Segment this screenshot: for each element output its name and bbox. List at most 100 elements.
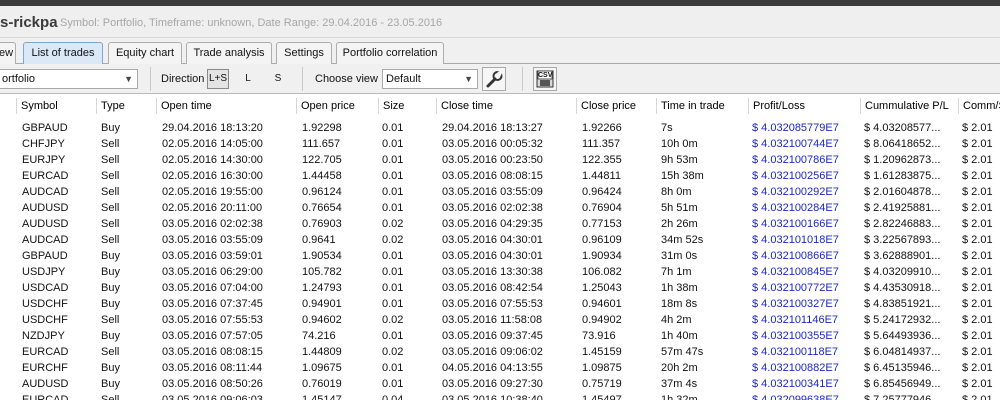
time-in-trade-cell: 2h 26m <box>661 218 698 230</box>
symbol-select-value: ortfolio <box>2 73 36 85</box>
open-time-cell: 02.05.2016 14:30:00 <box>162 154 263 166</box>
column-header-commission[interactable]: Comm/S <box>958 98 1000 114</box>
type-cell: Buy <box>101 250 120 262</box>
column-header-open-time[interactable]: Open time <box>156 98 296 114</box>
symbol-cell: AUDUSD <box>22 202 69 214</box>
column-header-open-price[interactable]: Open price <box>296 98 378 114</box>
column-header-time-in-trade[interactable]: Time in trade <box>656 98 748 114</box>
column-header-symbol[interactable]: Symbol <box>16 98 96 114</box>
open-time-cell: 03.05.2016 02:02:38 <box>162 218 263 230</box>
symbol-cell: USDCHF <box>22 314 68 326</box>
table-row[interactable]: EURCAD Sell 03.05.2016 08:08:15 1.44809 0.02… <box>0 344 1000 360</box>
direction-short-button[interactable]: S <box>267 69 289 89</box>
tab-overview[interactable]: ew <box>0 42 16 64</box>
view-select-value: Default <box>386 73 421 85</box>
open-price-cell: 1.44458 <box>302 170 342 182</box>
profit-loss-cell: $ 4.032100882E7 <box>752 362 839 374</box>
commission-cell: $ 2.01 <box>962 218 993 230</box>
size-cell: 0.01 <box>382 202 404 214</box>
table-row[interactable]: AUDUSD Buy 03.05.2016 08:50:26 0.76019 0.01 0… <box>0 376 1000 392</box>
open-time-cell: 03.05.2016 08:11:44 <box>162 362 263 374</box>
table-row[interactable]: AUDCAD Sell 03.05.2016 03:55:09 0.9641 0.02 0… <box>0 232 1000 248</box>
type-cell: Sell <box>101 202 120 214</box>
table-row[interactable]: EURCAD Sell 03.05.2016 09:06:03 1.45147 0.04… <box>0 392 1000 400</box>
time-in-trade-cell: 15h 38m <box>661 170 704 182</box>
title-bar: s-rickpa Symbol: Portfolio, Timeframe: u… <box>0 6 1000 38</box>
close-price-cell: 1.92266 <box>582 122 622 134</box>
column-header-type[interactable]: Type <box>96 98 156 114</box>
symbol-cell: AUDCAD <box>22 234 69 246</box>
symbol-cell: GBPAUD <box>22 250 68 262</box>
column-header-profit-loss[interactable]: Profit/Loss <box>748 98 860 114</box>
wrench-icon[interactable] <box>482 67 506 91</box>
toolbar-separator <box>302 67 303 91</box>
symbol-cell: GBPAUD <box>22 122 68 134</box>
tab-settings[interactable]: Settings <box>276 42 332 64</box>
commission-cell: $ 2.01 <box>962 394 993 400</box>
close-time-cell: 03.05.2016 04:30:01 <box>442 250 543 262</box>
close-time-cell: 03.05.2016 10:38:40 <box>442 394 543 400</box>
chevron-down-icon: ▼ <box>124 74 133 84</box>
column-header-close-price[interactable]: Close price <box>576 98 656 114</box>
table-row[interactable]: AUDCAD Sell 02.05.2016 19:55:00 0.96124 0.01… <box>0 184 1000 200</box>
commission-cell: $ 2.01 <box>962 282 993 294</box>
table-row[interactable]: GBPAUD Buy 03.05.2016 03:59:01 1.90534 0.01 0… <box>0 248 1000 264</box>
type-cell: Buy <box>101 330 120 342</box>
table-row[interactable]: CHFJPY Sell 02.05.2016 14:05:00 111.657 0.01… <box>0 136 1000 152</box>
close-time-cell: 03.05.2016 02:02:38 <box>442 202 543 214</box>
view-select[interactable]: Default ▼ <box>382 69 478 89</box>
size-cell: 0.01 <box>382 250 404 262</box>
table-row[interactable]: EURCHF Buy 03.05.2016 08:11:44 1.09675 0.01 0… <box>0 360 1000 376</box>
profit-loss-cell: $ 4.032100355E7 <box>752 330 839 342</box>
close-time-cell: 03.05.2016 09:27:30 <box>442 378 543 390</box>
close-time-cell: 03.05.2016 04:30:01 <box>442 234 543 246</box>
open-time-cell: 03.05.2016 07:57:05 <box>162 330 263 342</box>
table-row[interactable]: AUDUSD Sell 03.05.2016 02:02:38 0.76903 0.02… <box>0 216 1000 232</box>
profit-loss-cell: $ 4.032100845E7 <box>752 266 839 278</box>
symbol-select[interactable]: ortfolio ▼ <box>0 69 138 89</box>
direction-long-short-button[interactable]: L+S <box>207 69 229 89</box>
table-row[interactable]: USDCAD Buy 03.05.2016 07:04:00 1.24793 0.01 0… <box>0 280 1000 296</box>
open-time-cell: 02.05.2016 20:11:00 <box>162 202 263 214</box>
table-row[interactable]: USDCHF Buy 03.05.2016 07:37:45 0.94901 0.01 0… <box>0 296 1000 312</box>
commission-cell: $ 2.01 <box>962 234 993 246</box>
direction-long-button[interactable]: L <box>237 69 259 89</box>
time-in-trade-cell: 7h 1m <box>661 266 692 278</box>
symbol-cell: EURCAD <box>22 394 69 400</box>
table-row[interactable]: USDCHF Sell 03.05.2016 07:55:53 0.94602 0.02… <box>0 312 1000 328</box>
profit-loss-cell: $ 4.032100284E7 <box>752 202 839 214</box>
close-price-cell: 1.44811 <box>582 170 621 182</box>
column-header-cumulative-pl[interactable]: Cummulative P/L <box>860 98 958 114</box>
table-row[interactable]: EURJPY Sell 02.05.2016 14:30:00 122.705 0.01… <box>0 152 1000 168</box>
table-row[interactable]: USDJPY Buy 03.05.2016 06:29:00 105.782 0.01 0… <box>0 264 1000 280</box>
tab-list-of-trades[interactable]: List of trades <box>23 42 103 64</box>
tab-equity-chart[interactable]: Equity chart <box>108 42 182 64</box>
table-row[interactable]: NZDJPY Buy 03.05.2016 07:57:05 74.216 0.01 03… <box>0 328 1000 344</box>
open-time-cell: 02.05.2016 16:30:00 <box>162 170 263 182</box>
trades-table: Symbol Type Open time Open price Size Cl… <box>0 94 1000 400</box>
size-cell: 0.01 <box>382 330 404 342</box>
column-header-close-time[interactable]: Close time <box>436 98 576 114</box>
open-time-cell: 29.04.2016 18:13:20 <box>162 122 263 134</box>
close-time-cell: 03.05.2016 00:05:32 <box>442 138 543 150</box>
column-header-size[interactable]: Size <box>378 98 436 114</box>
size-cell: 0.04 <box>382 394 404 400</box>
size-cell: 0.01 <box>382 378 404 390</box>
open-price-cell: 111.657 <box>302 138 341 150</box>
open-price-cell: 1.92298 <box>302 122 342 134</box>
close-price-cell: 1.45497 <box>582 394 622 400</box>
open-time-cell: 02.05.2016 19:55:00 <box>162 186 263 198</box>
symbol-cell: CHFJPY <box>22 138 65 150</box>
tab-trade-analysis[interactable]: Trade analysis <box>186 42 272 64</box>
size-cell: 0.01 <box>382 170 404 182</box>
time-in-trade-cell: 4h 2m <box>661 314 692 326</box>
symbol-cell: AUDUSD <box>22 218 69 230</box>
close-time-cell: 29.04.2016 18:13:27 <box>442 122 543 134</box>
table-row[interactable]: GBPAUD Buy 29.04.2016 18:13:20 1.92298 0.01 2… <box>0 120 1000 136</box>
cumulative-pl-cell: $ 4.43530918... <box>864 282 941 294</box>
tab-portfolio-correlation[interactable]: Portfolio correlation <box>336 42 444 64</box>
close-time-cell: 03.05.2016 03:55:09 <box>442 186 543 198</box>
table-row[interactable]: EURCAD Sell 02.05.2016 16:30:00 1.44458 0.01… <box>0 168 1000 184</box>
save-csv-icon[interactable]: CSV <box>533 67 557 91</box>
table-row[interactable]: AUDUSD Sell 02.05.2016 20:11:00 0.76654 0.01… <box>0 200 1000 216</box>
